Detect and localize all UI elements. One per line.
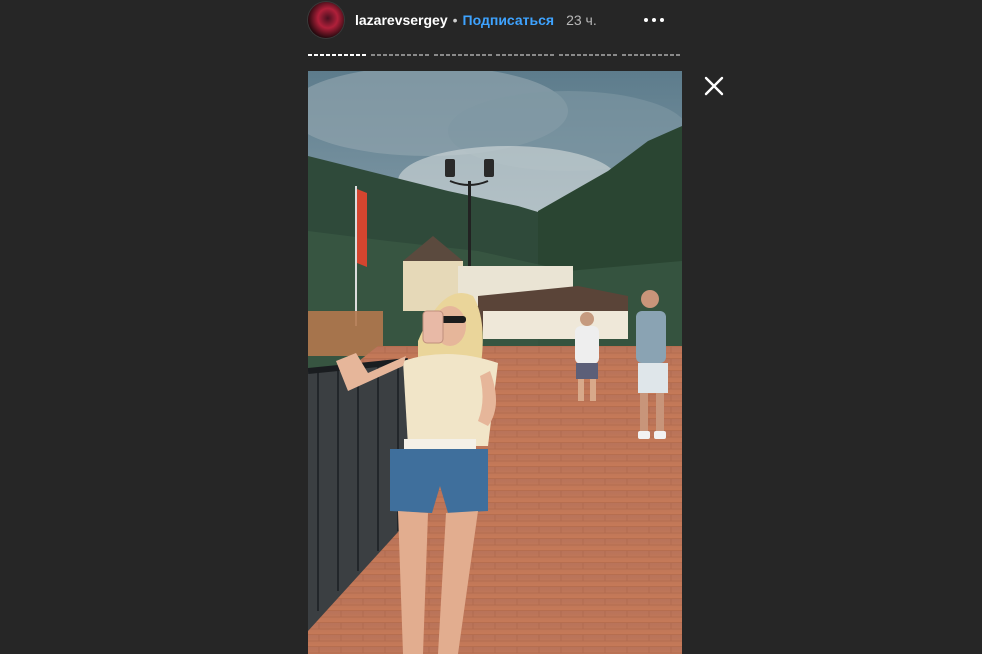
separator-dot: • [452, 12, 458, 28]
more-dot [660, 18, 664, 22]
progress-segment [622, 54, 682, 56]
story-media[interactable] [308, 71, 682, 654]
more-dot [652, 18, 656, 22]
progress-segment [496, 54, 557, 56]
story-header: lazarevsergey • Подписаться 23 ч. [308, 0, 682, 40]
avatar[interactable] [308, 2, 344, 38]
more-options-icon[interactable] [640, 14, 668, 26]
timestamp: 23 ч. [566, 12, 597, 28]
progress-segment [370, 54, 431, 56]
progress-segment [433, 54, 494, 56]
follow-button[interactable]: Подписаться [463, 12, 555, 28]
username-link[interactable]: lazarevsergey [355, 12, 448, 28]
progress-segment [559, 54, 620, 56]
close-icon[interactable] [702, 74, 726, 98]
more-dot [644, 18, 648, 22]
story-progress-bar [308, 54, 682, 57]
story-photo [308, 71, 682, 654]
progress-segment [308, 54, 368, 56]
